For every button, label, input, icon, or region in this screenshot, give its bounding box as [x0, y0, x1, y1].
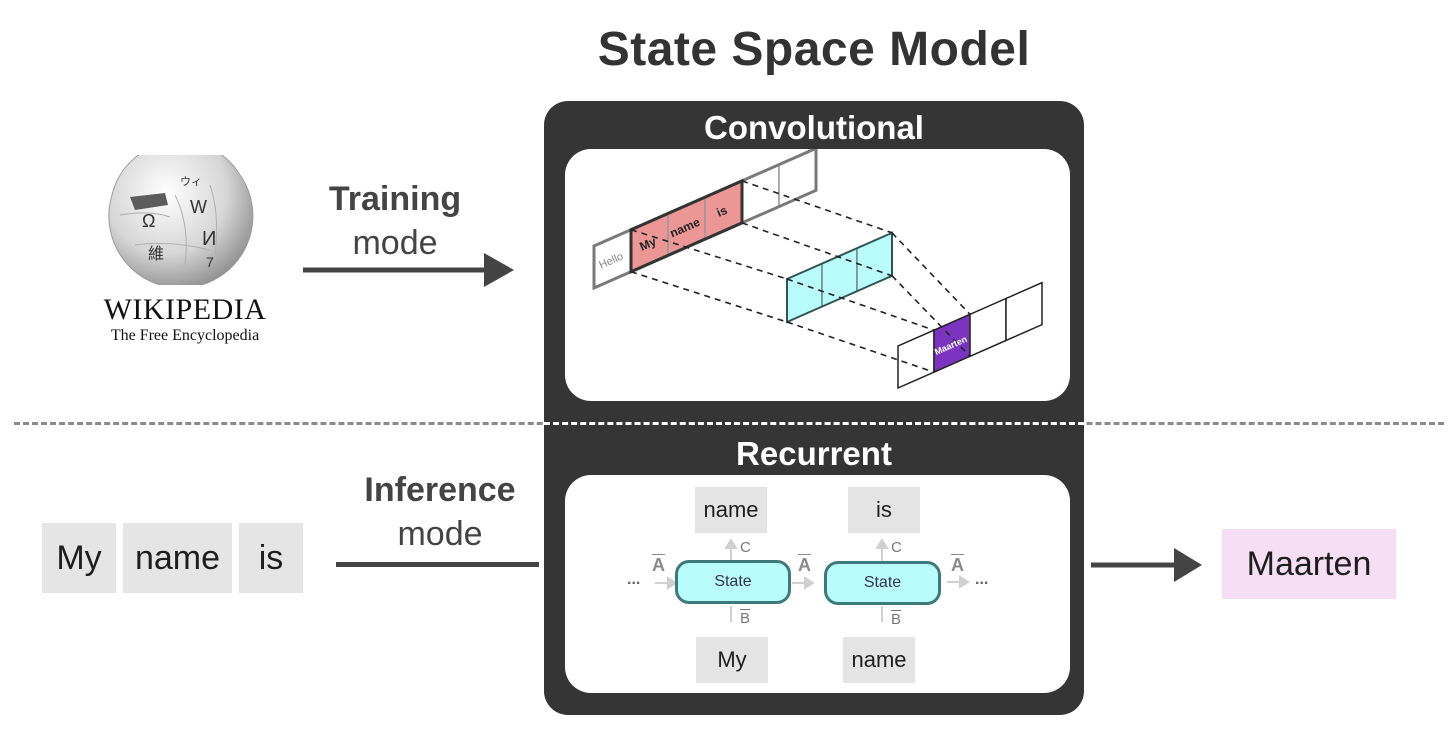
inference-input-line: [336, 562, 539, 567]
convolution-diagram: HelloMynameisMaarten: [592, 149, 1043, 390]
recurrent-arrows: [655, 538, 970, 622]
input-token: My: [42, 523, 116, 593]
b-bar-label: B: [740, 610, 751, 627]
globe-glyph: Ω: [142, 211, 155, 231]
convolutional-title: Convolutional: [704, 109, 924, 146]
ellipsis-label: ...: [975, 571, 989, 588]
output-cell: [897, 329, 935, 390]
globe-glyph: 維: [148, 245, 164, 263]
mode-separator-panel: [544, 422, 1084, 425]
output-cell: [1005, 281, 1043, 342]
globe-glyph: И: [202, 228, 216, 250]
wikipedia-logo: Ω W И 維 ウィ 7 WIKIPEDIA The Free Encyclop…: [90, 155, 280, 350]
globe-glyph: W: [190, 197, 207, 217]
globe-glyph: 7: [206, 254, 214, 270]
inference-mode-sublabel: mode: [397, 515, 483, 553]
projection-line: [891, 232, 971, 315]
output-token: Maarten: [1222, 529, 1396, 599]
input-token: name: [123, 523, 232, 593]
ssm-panel: Convolutional Hello My name is Maarten Recur…: [544, 101, 1084, 715]
c-label: C: [740, 539, 751, 556]
convolutional-view: Hello My name is Maarten: [565, 149, 1070, 401]
training-arrow-icon: [303, 253, 514, 287]
recurrent-view: name is My name State State ... ... A A …: [565, 475, 1070, 693]
wikipedia-wordmark: WIKIPEDIA: [103, 293, 267, 326]
wikipedia-tagline: The Free Encyclopedia: [110, 327, 260, 344]
wikipedia-globe-icon: Ω W И 維 ウィ 7: [108, 155, 254, 285]
projection-line: [630, 270, 788, 323]
a-bar-label: A: [951, 555, 964, 575]
output-arrow-icon: [1091, 548, 1202, 582]
b-bar-label: B: [891, 611, 902, 628]
c-label: C: [891, 539, 902, 556]
inference-mode-label: Inference: [364, 471, 516, 509]
output-cell: [969, 297, 1007, 358]
ellipsis-label: ...: [627, 571, 641, 588]
diagram-title: State Space Model: [597, 23, 1031, 76]
a-bar-label: A: [652, 555, 665, 575]
state-box: State: [675, 560, 791, 604]
input-token: is: [239, 523, 303, 593]
state-box: State: [824, 561, 941, 605]
a-bar-label: A: [798, 555, 811, 575]
recurrent-title: Recurrent: [736, 435, 892, 472]
globe-glyph: ウィ: [180, 175, 202, 188]
training-mode-label: Training: [328, 180, 462, 218]
